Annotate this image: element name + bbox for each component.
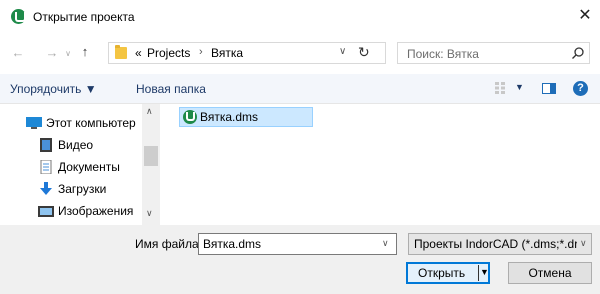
file-name: Вятка.dms: [200, 110, 259, 124]
organize-menu-button[interactable]: Упорядочить ▼: [10, 82, 97, 96]
breadcrumb-overflow[interactable]: «: [135, 46, 142, 60]
view-options-icon[interactable]: [495, 82, 509, 94]
close-icon[interactable]: ✕: [574, 5, 596, 27]
help-icon[interactable]: ?: [573, 81, 588, 96]
recent-locations-chevron-icon[interactable]: ∨: [63, 45, 73, 63]
preview-pane-icon[interactable]: [542, 83, 556, 94]
split-divider: [478, 265, 479, 281]
view-dropdown-icon[interactable]: ▼: [515, 82, 524, 92]
command-bar: Упорядочить ▼ Новая папка ▼ ?: [0, 74, 600, 104]
caret-down-icon[interactable]: ▼: [480, 267, 489, 277]
filename-label: Имя файла:: [135, 237, 202, 251]
chevron-down-icon[interactable]: ∨: [382, 238, 389, 249]
forward-arrow-icon[interactable]: →: [44, 44, 60, 62]
new-folder-button[interactable]: Новая папка: [136, 82, 206, 96]
video-icon: [40, 138, 52, 152]
scrollbar-thumb[interactable]: [144, 146, 158, 166]
scroll-up-icon[interactable]: ∧: [146, 106, 153, 117]
up-arrow-icon[interactable]: ↑: [77, 43, 93, 61]
nav-item-downloads[interactable]: Загрузки: [38, 180, 138, 200]
filename-input[interactable]: Вятка.dms ∨: [198, 233, 397, 255]
open-button-label: Открыть: [418, 266, 466, 280]
window-title: Открытие проекта: [33, 10, 135, 24]
back-arrow-icon[interactable]: ←: [10, 44, 26, 62]
images-icon: [38, 206, 54, 217]
nav-pane-scrollbar[interactable]: ∧ ∨: [142, 104, 160, 225]
search-input[interactable]: Поиск: Вятка: [407, 47, 479, 61]
downloads-icon: [40, 182, 52, 195]
nav-item-this-pc[interactable]: Этот компьютер: [26, 114, 138, 134]
cancel-button-label: Отмена: [528, 266, 572, 280]
indorcad-logo-icon: [11, 9, 26, 24]
folder-icon: [115, 45, 127, 59]
filetype-select[interactable]: Проекты IndorCAD (*.dms;*.dr ∨: [408, 233, 592, 255]
nav-item-documents[interactable]: Документы: [38, 158, 138, 178]
scroll-down-icon[interactable]: ∨: [146, 208, 153, 219]
breadcrumb-projects[interactable]: Projects: [147, 46, 190, 60]
list-item[interactable]: Вятка.dms: [179, 107, 313, 127]
cancel-button[interactable]: Отмена: [508, 262, 592, 284]
nav-item-images[interactable]: Изображения: [38, 202, 142, 222]
search-icon: [572, 47, 584, 59]
breadcrumb-vyatka[interactable]: Вятка: [211, 46, 243, 60]
dialog-footer: Имя файла: Вятка.dms ∨ Проекты IndorCAD …: [0, 225, 600, 294]
title-bar: Открытие проекта ✕: [0, 0, 600, 32]
breadcrumb-separator: ›: [199, 46, 203, 58]
computer-icon: [26, 117, 42, 129]
file-list: Вятка.dms: [162, 104, 600, 225]
filetype-value: Проекты IndorCAD (*.dms;*.dr: [414, 237, 579, 251]
nav-item-video[interactable]: Видео: [38, 136, 138, 156]
filename-value: Вятка.dms: [203, 237, 262, 251]
refresh-icon[interactable]: ↻: [358, 44, 370, 61]
chevron-down-icon[interactable]: ∨: [577, 238, 587, 249]
nav-item-label: Документы: [58, 160, 120, 174]
documents-icon: [40, 160, 52, 174]
address-dropdown-chevron-icon[interactable]: ∨: [339, 46, 346, 57]
nav-item-label: Изображения: [58, 204, 134, 218]
nav-item-label: Видео: [58, 138, 94, 152]
nav-item-label: Загрузки: [58, 182, 107, 196]
open-button[interactable]: Открыть ▼: [406, 262, 490, 284]
indorcad-file-icon: [183, 110, 197, 124]
nav-item-label: Этот компьютер: [46, 116, 136, 130]
address-bar[interactable]: « Projects › Вятка ∨ ↻: [108, 42, 386, 64]
navigation-pane: Этот компьютер Видео Документы Загрузки …: [0, 104, 162, 225]
search-box[interactable]: Поиск: Вятка: [397, 42, 590, 64]
